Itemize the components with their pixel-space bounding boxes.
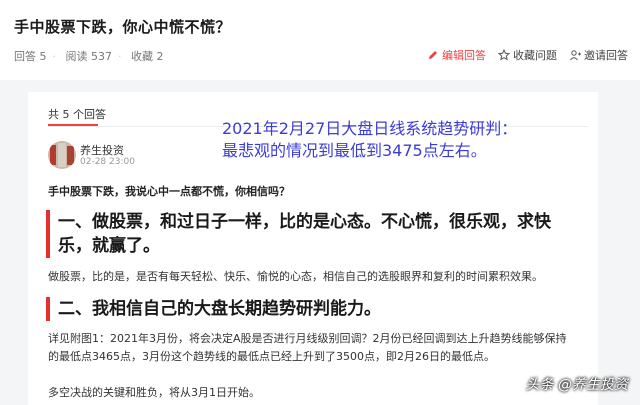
favorite-question-button[interactable]: 收藏问题 xyxy=(498,47,557,63)
star-icon xyxy=(498,49,510,61)
answers-count[interactable]: 回答 5 xyxy=(14,50,47,63)
favorite-question-label: 收藏问题 xyxy=(513,49,557,62)
author-name[interactable]: 养生投资 xyxy=(80,142,124,158)
pencil-icon xyxy=(429,51,437,59)
invite-answer-label: 邀请回答 xyxy=(584,49,628,62)
answers-count-tab[interactable]: 共 5 个回答 xyxy=(48,106,106,122)
annotation-overlay: 2021年2月27日大盘日线系统趋势研判： 最悲观的情况到最低到3475点左右。 xyxy=(222,118,517,162)
question-header: 手中股票下跌，你心中慌不慌？ 回答 5 · 阅读 537 · 收藏 2 编辑回答 收… xyxy=(0,0,640,80)
annotation-line-2: 最悲观的情况到最低到3475点左右。 xyxy=(222,141,487,160)
reads-count: 阅读 537 xyxy=(65,50,113,63)
answer-heading-2: 二、我相信自己的大盘长期趋势研判能力。 xyxy=(46,297,566,321)
answer-lead: 手中股票下跌，我说心中一点都不慌，你相信吗？ xyxy=(48,185,290,198)
edit-answer-button[interactable]: 编辑回答 xyxy=(427,47,486,63)
edit-answer-label: 编辑回答 xyxy=(442,49,486,62)
answer-paragraph-1: 做股票，比的是，是否有每天轻松、快乐、愉悦的心态，相信自己的选股眼界和复利的时间… xyxy=(48,270,543,283)
answer-timestamp: 02-28 23:00 xyxy=(80,157,135,167)
answer-paragraph-3: 多空决战的关键和胜负，将从3月1日开始。 xyxy=(48,386,260,399)
invite-answer-button[interactable]: 邀请回答 xyxy=(569,47,628,63)
question-actions: 编辑回答 收藏问题 邀请回答 xyxy=(427,47,628,63)
favorites-count: 收藏 2 xyxy=(131,50,164,63)
avatar[interactable] xyxy=(48,141,76,169)
answer-heading-1: 一、做股票，和过日子一样，比的是心态。不心慌，很乐观，求快乐，就赢了。 xyxy=(46,210,566,258)
question-stats: 回答 5 · 阅读 537 · 收藏 2 xyxy=(14,50,164,63)
answer-paragraph-2: 详见附图1：2021年3月份，将会决定A股是否进行月线级别回调？2月份已经回调到… xyxy=(48,332,567,363)
invite-user-icon xyxy=(570,50,581,61)
watermark: 头条 @养生投资 xyxy=(525,377,628,393)
question-title[interactable]: 手中股票下跌，你心中慌不慌？ xyxy=(14,16,231,37)
annotation-line-1: 2021年2月27日大盘日线系统趋势研判： xyxy=(222,119,518,138)
